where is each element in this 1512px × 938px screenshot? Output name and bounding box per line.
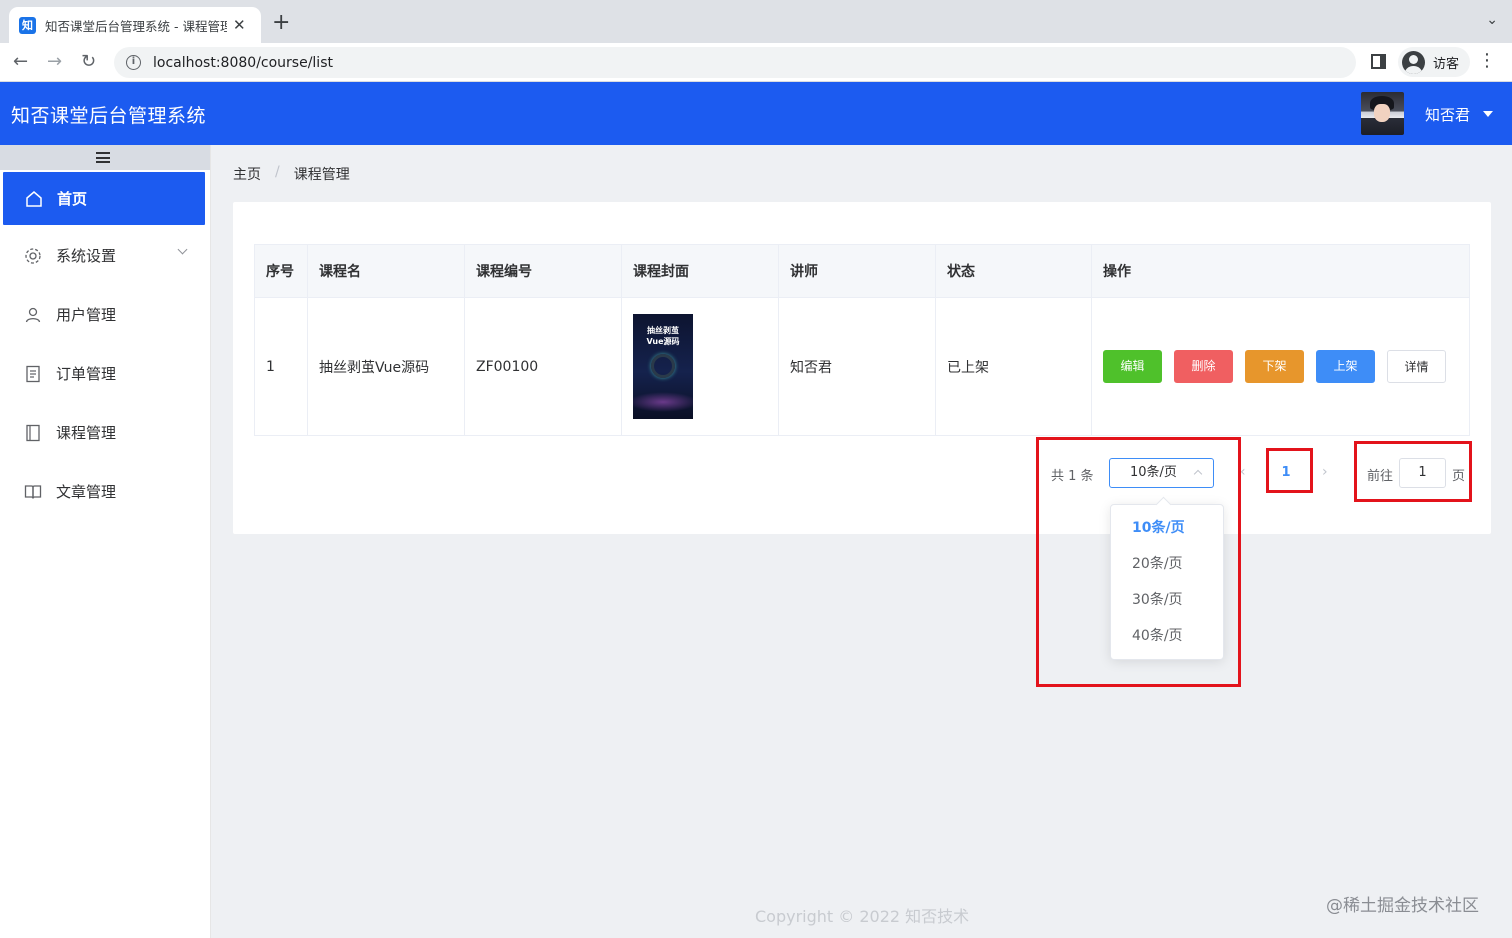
footer-copyright: Copyright © 2022 知否技术: [755, 907, 970, 926]
sidebar-item-label: 用户管理: [56, 306, 117, 324]
breadcrumb: 主页 / 课程管理: [233, 164, 350, 184]
cell-course-name: 抽丝剥茧Vue源码: [307, 297, 465, 436]
cell-course-code: ZF00100: [464, 297, 622, 436]
highlight-box-page-number: [1266, 448, 1313, 493]
breadcrumb-current: 课程管理: [293, 167, 350, 183]
document-icon: [24, 365, 42, 383]
reload-icon[interactable]: ↻: [81, 50, 96, 74]
avatar[interactable]: [1361, 92, 1404, 135]
address-bar[interactable]: i localhost:8080/course/list: [114, 47, 1356, 78]
tab-title: 知否课堂后台管理系统 - 课程管理: [45, 18, 227, 34]
browser-tabstrip: 知 知否课堂后台管理系统 - 课程管理 ✕ + ⌄: [0, 0, 1512, 43]
sidebar-item-home[interactable]: 首页: [3, 172, 205, 225]
detail-button[interactable]: 详情: [1387, 350, 1446, 383]
column-header: 操作: [1091, 244, 1470, 298]
home-icon: [25, 190, 43, 208]
app-header: 知否课堂后台管理系统: [0, 82, 1512, 145]
column-header: 状态: [935, 244, 1092, 298]
publish-button[interactable]: 上架: [1316, 350, 1375, 383]
favicon-icon: 知: [19, 16, 36, 34]
url-text: localhost:8080/course/list: [153, 54, 333, 71]
forward-icon[interactable]: →: [47, 50, 62, 74]
cell-index: 1: [254, 297, 308, 436]
info-icon[interactable]: i: [126, 55, 141, 70]
cell-course-cover: 抽丝剥茧 Vue源码: [621, 297, 779, 436]
book-icon: [24, 483, 42, 501]
sidebar-item-label: 文章管理: [56, 483, 117, 501]
sidebar: 首页 系统设置 用户管理 订单管理 课程管理 文章管理: [0, 145, 211, 938]
browser-tab[interactable]: 知 知否课堂后台管理系统 - 课程管理 ✕: [9, 7, 261, 43]
highlight-box-goto: [1354, 441, 1472, 502]
column-header: 课程封面: [621, 244, 779, 298]
chevron-down-icon[interactable]: ⌄: [1486, 12, 1498, 28]
next-page-icon[interactable]: ›: [1322, 464, 1328, 480]
sidebar-collapse-toggle[interactable]: [0, 145, 210, 170]
main-content: 主页 / 课程管理 序号 课程名 课程编号 课程封面 讲师 状态 操作 1 抽丝…: [211, 145, 1512, 938]
unpublish-button[interactable]: 下架: [1245, 350, 1304, 383]
sidebar-item-system-settings[interactable]: 系统设置: [0, 229, 210, 282]
sidebar-item-courses[interactable]: 课程管理: [0, 406, 210, 459]
user-icon: [24, 306, 42, 324]
column-header: 课程编号: [464, 244, 622, 298]
caret-down-icon[interactable]: [1483, 111, 1493, 117]
new-tab-icon[interactable]: +: [272, 11, 290, 35]
app-title: 知否课堂后台管理系统: [11, 105, 207, 127]
profile-label: 访客: [1433, 56, 1460, 72]
column-header: 课程名: [307, 244, 465, 298]
sidebar-item-label: 首页: [57, 190, 88, 208]
course-cover-image[interactable]: 抽丝剥茧 Vue源码: [633, 314, 693, 419]
side-panel-icon[interactable]: [1371, 54, 1386, 69]
sidebar-item-label: 课程管理: [56, 424, 117, 442]
sidebar-item-orders[interactable]: 订单管理: [0, 347, 210, 400]
cell-teacher: 知否君: [778, 297, 936, 436]
sidebar-item-users[interactable]: 用户管理: [0, 288, 210, 341]
column-header: 讲师: [778, 244, 936, 298]
watermark: @稀土掘金技术社区: [1326, 896, 1479, 916]
breadcrumb-separator: /: [275, 164, 280, 180]
edit-button[interactable]: 编辑: [1103, 350, 1162, 383]
cover-title-line2: Vue源码: [646, 337, 680, 346]
sidebar-item-articles[interactable]: 文章管理: [0, 465, 210, 518]
column-header: 序号: [254, 244, 308, 298]
cell-status: 已上架: [935, 297, 1092, 436]
menu-fold-icon: [96, 152, 110, 163]
profile-button[interactable]: 访客: [1398, 47, 1470, 77]
close-icon[interactable]: ✕: [233, 16, 246, 34]
notebook-icon: [24, 424, 42, 442]
sidebar-item-label: 订单管理: [56, 365, 117, 383]
cell-actions: 编辑 删除 下架 上架 详情: [1091, 297, 1470, 436]
gear-icon: [24, 247, 42, 265]
course-table: 序号 课程名 课程编号 课程封面 讲师 状态 操作 1 抽丝剥茧 Vue源码 ZF…: [254, 244, 1470, 436]
sidebar-item-label: 系统设置: [56, 247, 117, 265]
more-menu-icon[interactable]: ⋮: [1478, 51, 1496, 71]
profile-avatar-icon: [1402, 50, 1425, 74]
browser-toolbar: ← → ↻ i localhost:8080/course/list 访客 ⋮: [0, 43, 1512, 82]
highlight-box-page-size: [1036, 437, 1241, 687]
table-row: 1 抽丝剥茧Vue源码 ZF00100 抽丝剥茧 Vue源码 知否君 已上架 编辑…: [254, 297, 1470, 436]
delete-button[interactable]: 删除: [1174, 350, 1233, 383]
cover-title-line1: 抽丝剥茧: [647, 326, 679, 335]
breadcrumb-home[interactable]: 主页: [233, 164, 261, 184]
chevron-down-icon: [177, 244, 188, 255]
table-header-row: 序号 课程名 课程编号 课程封面 讲师 状态 操作: [254, 244, 1470, 298]
back-icon[interactable]: ←: [13, 50, 28, 74]
user-name[interactable]: 知否君: [1425, 104, 1470, 125]
